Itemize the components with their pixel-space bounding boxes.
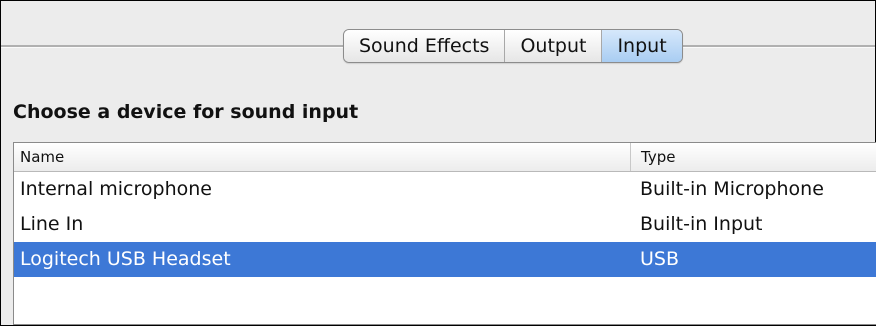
device-type: USB (640, 248, 680, 270)
device-type: Built-in Input (640, 213, 763, 235)
device-name: Line In (20, 213, 84, 235)
column-header-type[interactable]: Type (631, 143, 876, 171)
column-header-name[interactable]: Name (14, 143, 631, 171)
table-row[interactable]: Internal microphone Built-in Microphone (14, 172, 876, 207)
table-row[interactable]: Line In Built-in Input (14, 207, 876, 242)
tab-sound-effects[interactable]: Sound Effects (344, 30, 505, 62)
device-name: Logitech USB Headset (20, 248, 231, 270)
table-header: Name Type (14, 143, 876, 172)
device-name: Internal microphone (20, 178, 212, 200)
input-device-table[interactable]: Name Type Internal microphone Built-in M… (13, 142, 876, 325)
tab-bar: Sound Effects Output Input (343, 29, 683, 63)
tab-output[interactable]: Output (504, 30, 602, 62)
tab-input[interactable]: Input (601, 30, 682, 62)
sound-preferences-pane: Sound Effects Output Input Choose a devi… (0, 0, 876, 326)
section-title: Choose a device for sound input (13, 101, 359, 123)
device-type: Built-in Microphone (640, 178, 824, 200)
table-row-selected[interactable]: Logitech USB Headset USB (14, 242, 876, 277)
